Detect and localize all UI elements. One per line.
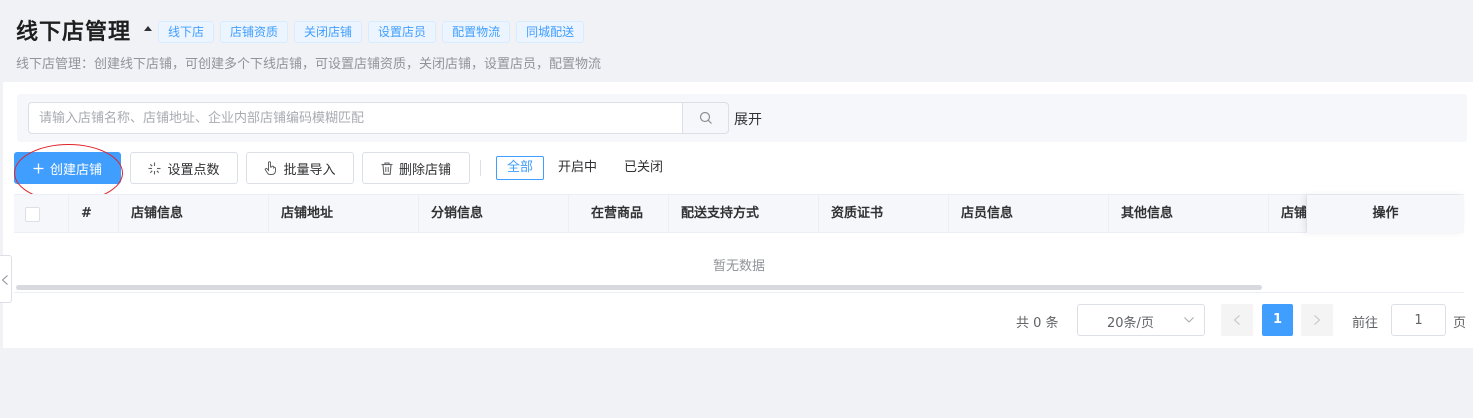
column-store-info: 店铺信息 <box>119 195 269 233</box>
plus-icon <box>33 163 44 173</box>
column-qualification: 资质证书 <box>819 195 949 233</box>
filter-open[interactable]: 开启中 <box>548 156 607 180</box>
column-clerk-info: 店员信息 <box>949 195 1109 233</box>
next-page-button[interactable] <box>1301 304 1333 336</box>
delete-store-button[interactable]: 删除店铺 <box>362 152 470 184</box>
tag-same-city-delivery[interactable]: 同城配送 <box>516 21 585 43</box>
caret-up-icon[interactable] <box>144 26 152 31</box>
table-header: # 店铺信息 店铺地址 分销信息 在营商品 配送支持方式 资质证书 店员信息 其… <box>14 194 1464 233</box>
empty-text: 暂无数据 <box>712 259 765 274</box>
main-card: 展开 创建店铺 设置点数 批量导入 <box>3 82 1473 348</box>
goto-page-input[interactable] <box>1391 304 1446 336</box>
expand-link[interactable]: 展开 <box>734 109 762 129</box>
chevron-right-icon <box>1314 315 1320 325</box>
toolbar-divider <box>480 160 481 176</box>
column-other-info: 其他信息 <box>1109 195 1269 233</box>
set-points-label: 设置点数 <box>167 162 220 178</box>
column-select <box>14 195 69 233</box>
column-store-address: 店铺地址 <box>269 195 419 233</box>
page-title: 线下店管理 <box>16 20 132 45</box>
horizontal-scrollbar[interactable] <box>16 285 1262 290</box>
hand-pointer-icon <box>265 161 277 175</box>
tag-store-qualification[interactable]: 店铺资质 <box>220 21 289 43</box>
sidebar-collapse-tab[interactable] <box>0 255 12 303</box>
select-all-checkbox[interactable] <box>25 207 40 222</box>
column-distribution-info: 分销信息 <box>419 195 569 233</box>
create-store-button[interactable]: 创建店铺 <box>14 152 121 184</box>
search-button[interactable] <box>682 102 729 134</box>
page-size-value: 20条/页 <box>1107 316 1154 331</box>
column-index: # <box>69 195 119 233</box>
delete-store-label: 删除店铺 <box>398 162 451 178</box>
chevron-left-icon <box>2 275 8 285</box>
trash-icon <box>381 161 393 175</box>
search-icon <box>699 111 712 124</box>
chevron-down-icon <box>1184 317 1194 323</box>
goto-suffix: 页 <box>1453 316 1467 331</box>
column-delivery-methods: 配送支持方式 <box>669 195 819 233</box>
search-bar: 展开 <box>17 94 1467 142</box>
tag-list: 线下店 店铺资质 关闭店铺 设置店员 配置物流 同城配送 <box>158 21 585 43</box>
table-body: 暂无数据 <box>14 233 1464 293</box>
tag-set-clerk[interactable]: 设置店员 <box>368 21 437 43</box>
goto-label: 前往 <box>1352 316 1379 331</box>
pagination-total: 共 0 条 <box>1016 316 1059 331</box>
tag-offline-store[interactable]: 线下店 <box>158 21 215 43</box>
sparkle-icon <box>148 162 161 174</box>
column-operations: 操作 <box>1307 195 1464 233</box>
tag-close-store[interactable]: 关闭店铺 <box>294 21 363 43</box>
tag-config-logistics[interactable]: 配置物流 <box>442 21 511 43</box>
batch-import-label: 批量导入 <box>283 162 336 178</box>
search-input[interactable] <box>28 102 682 134</box>
column-active-products: 在营商品 <box>569 195 669 233</box>
filter-closed[interactable]: 已关闭 <box>614 156 673 180</box>
prev-page-button[interactable] <box>1221 304 1253 336</box>
filter-all[interactable]: 全部 <box>496 156 545 180</box>
set-points-button[interactable]: 设置点数 <box>130 152 238 184</box>
page-number-current[interactable]: 1 <box>1262 304 1293 336</box>
page-description: 线下店管理：创建线下店铺，可创建多个下线店铺，可设置店铺资质，关闭店铺，设置店员… <box>16 57 602 72</box>
page-size-select[interactable]: 20条/页 <box>1077 304 1205 336</box>
batch-import-button[interactable]: 批量导入 <box>246 152 354 184</box>
create-store-label: 创建店铺 <box>49 162 102 178</box>
page-header: 线下店管理 线下店 店铺资质 关闭店铺 设置店员 配置物流 同城配送 线下店管理… <box>0 0 1473 82</box>
column-store-status: 店铺 <box>1269 195 1307 233</box>
chevron-left-icon <box>1234 315 1240 325</box>
